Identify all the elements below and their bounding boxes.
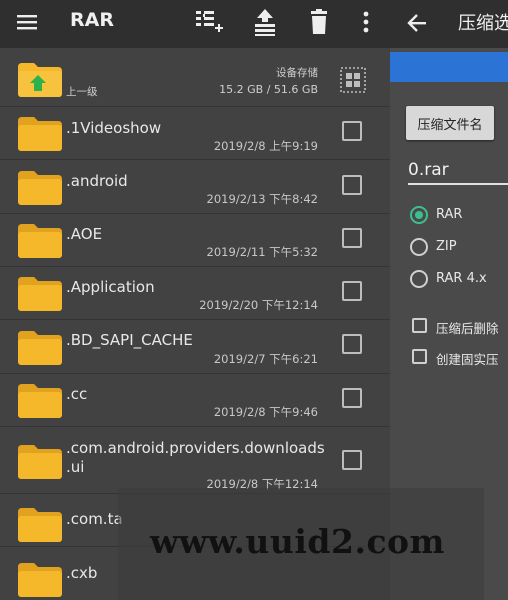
archive-name-button[interactable]: 压缩文件名 (406, 106, 494, 140)
row-checkbox[interactable] (342, 281, 362, 301)
file-name: .com.android.providers.downloads (66, 439, 325, 457)
select-all-icon[interactable] (340, 67, 366, 93)
file-date: 2019/2/8 下午9:46 (213, 405, 318, 419)
file-date: 2019/2/7 下午6:21 (213, 352, 318, 366)
folder-icon (18, 331, 62, 365)
folder-icon (18, 563, 62, 597)
file-name-continued: .ui (66, 458, 85, 476)
list-item[interactable]: .android 2019/2/13 下午8:42 (0, 160, 390, 213)
row-checkbox[interactable] (342, 175, 362, 195)
extract-icon[interactable] (249, 6, 281, 38)
app-title: RAR (70, 9, 114, 31)
file-date: 2019/2/13 下午8:42 (206, 192, 318, 206)
file-name: .com.ta (66, 510, 123, 528)
parent-folder-row[interactable] (0, 48, 390, 106)
dialog-title: 压缩选 (458, 13, 508, 34)
format-radio-zip[interactable] (410, 238, 428, 256)
file-name: .1Videoshow (66, 119, 162, 137)
folder-icon (18, 277, 62, 311)
file-date: 2019/2/8 上午9:19 (213, 139, 318, 153)
app-toolbar: RAR (0, 0, 390, 48)
solid-archive-checkbox[interactable] (412, 349, 427, 364)
folder-icon (18, 117, 62, 151)
dialog-toolbar: 压缩选 (390, 0, 508, 48)
file-name: .android (66, 172, 128, 190)
format-radio-rar[interactable] (410, 206, 428, 224)
row-checkbox[interactable] (342, 388, 362, 408)
folder-icon (18, 224, 62, 258)
format-label-rar4: RAR 4.x (436, 271, 487, 286)
row-checkbox[interactable] (342, 334, 362, 354)
file-name: .BD_SAPI_CACHE (66, 331, 193, 349)
row-checkbox[interactable] (342, 450, 362, 470)
dialog-accent-bar (390, 52, 508, 82)
list-item[interactable]: .BD_SAPI_CACHE 2019/2/7 下午6:21 (0, 320, 390, 373)
more-vert-icon[interactable] (350, 6, 382, 38)
storage-size: 15.2 GB / 51.6 GB (219, 83, 318, 96)
format-label-zip: ZIP (436, 239, 457, 254)
row-checkbox[interactable] (342, 228, 362, 248)
folder-icon (18, 508, 62, 542)
row-checkbox[interactable] (342, 121, 362, 141)
file-name: .cxb (66, 564, 98, 582)
watermark-text: www.uuid2.com (150, 522, 445, 561)
list-item[interactable]: .1Videoshow 2019/2/8 上午9:19 (0, 107, 390, 159)
folder-icon (18, 445, 62, 479)
list-item[interactable]: .cc 2019/2/8 下午9:46 (0, 374, 390, 426)
delete-after-checkbox[interactable] (412, 318, 427, 333)
folder-icon (18, 171, 62, 205)
delete-after-label: 压缩后删除 (436, 321, 499, 336)
folder-up-icon (18, 63, 62, 97)
file-name: .Application (66, 278, 155, 296)
file-name: .cc (66, 385, 88, 403)
format-radio-rar4[interactable] (410, 270, 428, 288)
back-arrow-icon[interactable] (406, 12, 428, 34)
parent-folder-label: 上一级 (66, 86, 98, 98)
list-item[interactable]: .AOE 2019/2/11 下午5:32 (0, 214, 390, 266)
archive-name-field[interactable]: 0.rar (408, 160, 449, 180)
delete-icon[interactable] (303, 6, 335, 38)
format-label-rar: RAR (436, 207, 463, 222)
solid-archive-label: 创建固实压 (436, 352, 499, 367)
menu-icon[interactable] (16, 11, 38, 33)
file-name: .AOE (66, 225, 103, 243)
list-item[interactable]: .com.android.providers.downloads .ui 201… (0, 427, 390, 493)
storage-label: 设备存储 (276, 67, 318, 79)
file-date: 2019/2/20 下午12:14 (199, 298, 318, 312)
folder-icon (18, 384, 62, 418)
list-item[interactable]: .Application 2019/2/20 下午12:14 (0, 267, 390, 319)
add-to-archive-icon[interactable] (193, 6, 225, 38)
file-date: 2019/2/11 下午5:32 (206, 245, 318, 259)
archive-name-underline (408, 183, 508, 185)
